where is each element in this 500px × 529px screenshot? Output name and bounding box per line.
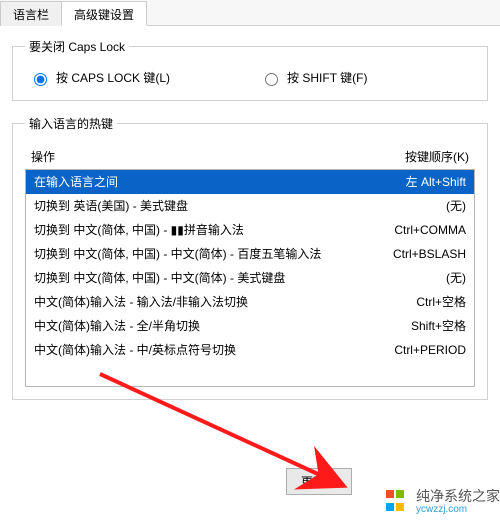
hotkey-row-key: (无) [446,197,466,215]
hotkey-row[interactable]: 切换到 中文(简体, 中国) - 中文(简体) - 美式键盘 (无) [26,266,474,290]
hotkey-row-action: 切换到 中文(简体, 中国) - 中文(简体) - 百度五笔输入法 [34,245,379,263]
hotkey-row-key: Ctrl+PERIOD [394,341,466,359]
hotkey-row[interactable]: 中文(简体)输入法 - 输入法/非输入法切换 Ctrl+空格 [26,290,474,314]
hotkey-row-action: 中文(简体)输入法 - 输入法/非输入法切换 [34,293,402,311]
hotkeys-legend: 输入语言的热键 [25,115,117,132]
hotkey-row-key: Ctrl+空格 [416,293,466,311]
hotkey-row[interactable]: 中文(简体)输入法 - 全/半角切换 Shift+空格 [26,314,474,338]
hotkey-row-action: 切换到 中文(简体, 中国) - ▮▮拼音输入法 [34,221,380,239]
watermark-logo-icon [386,490,410,514]
radio-caps-lock-label: 按 CAPS LOCK 键(L) [56,69,170,86]
radio-shift-label: 按 SHIFT 键(F) [287,69,367,86]
watermark-line1: 纯净系统之家 [416,489,500,504]
hotkey-row-key: (无) [446,269,466,287]
capslock-radio-row: 按 CAPS LOCK 键(L) 按 SHIFT 键(F) [25,67,475,88]
capslock-group: 要关闭 Caps Lock 按 CAPS LOCK 键(L) 按 SHIFT 键… [12,38,488,101]
hotkey-row[interactable]: 中文(简体)输入法 - 中/英标点符号切换 Ctrl+PERIOD [26,338,474,362]
hotkey-row[interactable]: 切换到 英语(美国) - 美式键盘 (无) [26,194,474,218]
hotkey-row[interactable]: 切换到 中文(简体, 中国) - ▮▮拼音输入法 Ctrl+COMMA [26,218,474,242]
hotkeys-group: 输入语言的热键 操作 按键顺序(K) 在输入语言之间左 Alt+Shift切换到… [12,115,488,400]
hotkey-row[interactable]: 切换到 中文(简体, 中国) - 中文(简体) - 百度五笔输入法 Ctrl+BS… [26,242,474,266]
advanced-panel: 要关闭 Caps Lock 按 CAPS LOCK 键(L) 按 SHIFT 键… [0,26,500,426]
hotkey-row-key: Ctrl+COMMA [394,221,466,239]
hotkey-row-key: Ctrl+BSLASH [393,245,466,263]
hotkey-row-action: 中文(简体)输入法 - 全/半角切换 [34,317,397,335]
hotkey-row-action: 中文(简体)输入法 - 中/英标点符号切换 [34,341,380,359]
capslock-legend: 要关闭 Caps Lock [25,38,129,55]
hotkey-row-action: 在输入语言之间 [34,173,392,191]
hotkeys-header: 操作 按键顺序(K) [25,144,475,169]
watermark: 纯净系统之家 ycwzzj.com [386,489,500,515]
hotkey-row-action: 切换到 英语(美国) - 美式键盘 [34,197,432,215]
radio-caps-lock-input[interactable] [34,73,47,86]
tab-bar: 语言栏 高级键设置 [0,0,500,26]
radio-shift-input[interactable] [265,73,278,86]
tab-advanced-key-settings[interactable]: 高级键设置 [61,1,147,26]
tab-language-bar[interactable]: 语言栏 [0,1,62,26]
watermark-line2: ycwzzj.com [416,504,500,515]
hotkey-row[interactable]: 在输入语言之间左 Alt+Shift [26,170,474,194]
hotkeys-list[interactable]: 在输入语言之间左 Alt+Shift切换到 英语(美国) - 美式键盘(无)切换… [25,169,475,387]
hotkey-row-key: 左 Alt+Shift [406,173,466,191]
hotkey-row-action: 切换到 中文(简体, 中国) - 中文(简体) - 美式键盘 [34,269,432,287]
watermark-text: 纯净系统之家 ycwzzj.com [416,489,500,515]
hotkeys-header-action: 操作 [31,148,55,165]
radio-shift[interactable]: 按 SHIFT 键(F) [260,69,367,86]
hotkey-row-key: Shift+空格 [411,317,466,335]
hotkeys-header-key: 按键顺序(K) [405,148,469,165]
change-key-sequence-button[interactable]: 更改按 [286,468,352,495]
radio-caps-lock[interactable]: 按 CAPS LOCK 键(L) [29,69,170,86]
